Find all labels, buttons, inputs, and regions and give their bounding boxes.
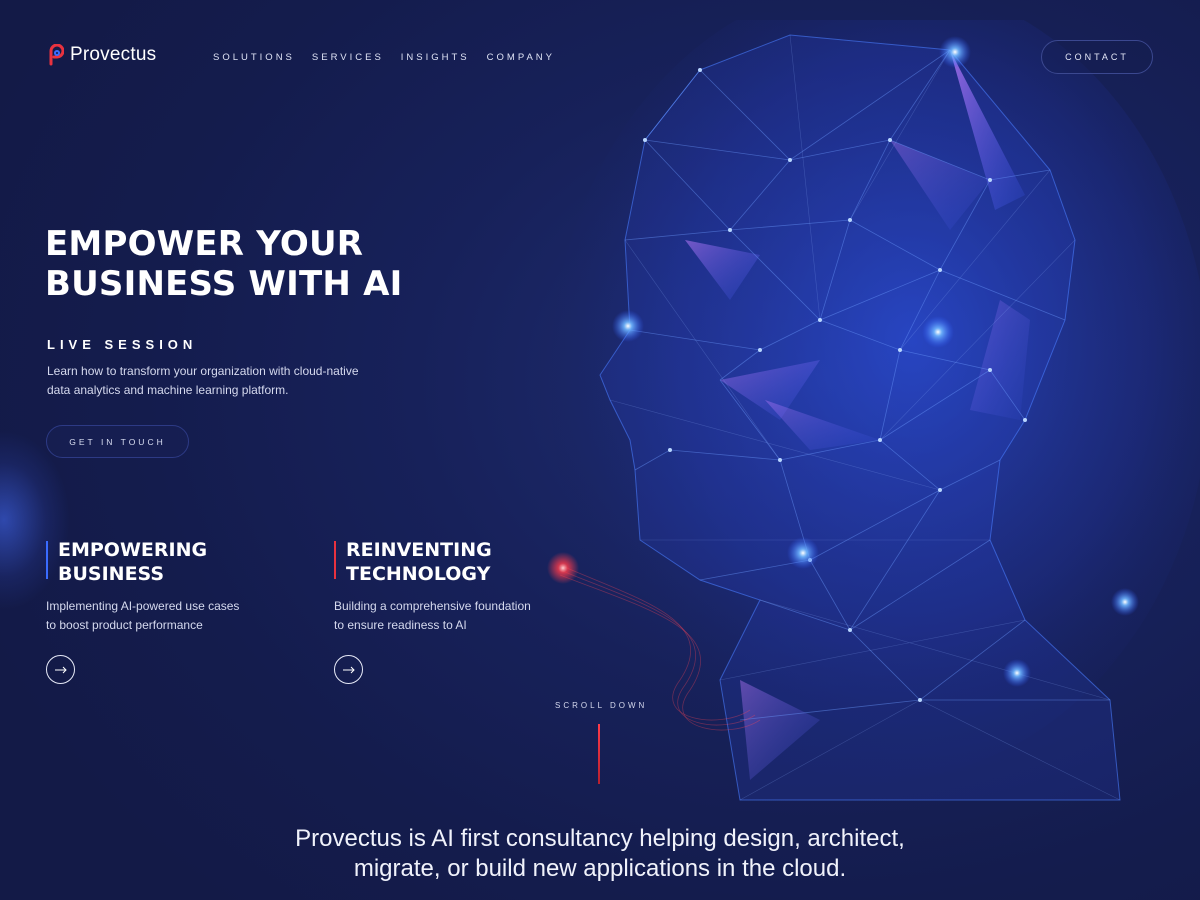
card-reinventing-technology: REINVENTING TECHNOLOGY Building a compre… [334, 538, 594, 684]
card-arrow-button[interactable] [334, 655, 363, 684]
arrow-right-icon [342, 666, 355, 673]
card-description: Implementing AI-powered use cases to boo… [46, 599, 240, 632]
contact-button[interactable]: CONTACT [1041, 40, 1153, 74]
main-nav: SOLUTIONS SERVICES INSIGHTS COMPANY [213, 52, 555, 63]
nav-item-insights[interactable]: INSIGHTS [401, 52, 470, 63]
nav-item-solutions[interactable]: SOLUTIONS [213, 52, 295, 63]
card-arrow-button[interactable] [46, 655, 75, 684]
get-in-touch-button[interactable]: GET IN TOUCH [46, 425, 189, 458]
logo[interactable]: Provectus [46, 44, 156, 66]
card-empowering-business: EMPOWERING BUSINESS Implementing AI-powe… [46, 538, 306, 684]
hero-description: Learn how to transform your organization… [47, 364, 359, 397]
arrow-right-icon [54, 666, 67, 673]
provectus-logo-icon [49, 44, 64, 66]
nav-item-company[interactable]: COMPANY [487, 52, 555, 63]
card-title: REINVENTING TECHNOLOGY [346, 539, 492, 585]
live-session-label: LIVE SESSION [47, 337, 198, 352]
nav-item-services[interactable]: SERVICES [312, 52, 384, 63]
tagline: Provectus is AI first consultancy helpin… [295, 825, 905, 882]
ai-head-illustration [547, 20, 1200, 801]
card-title: EMPOWERING BUSINESS [58, 539, 208, 585]
hero-title: EMPOWER YOUR BUSINESS WITH AI [45, 224, 403, 304]
scroll-down-link[interactable]: SCROLL DOWN [555, 701, 647, 710]
card-accent-bar [334, 541, 336, 579]
scroll-indicator-line [598, 724, 600, 784]
logo-text: Provectus [70, 44, 157, 65]
card-accent-bar [46, 541, 48, 579]
card-description: Building a comprehensive foundation to e… [334, 599, 531, 632]
